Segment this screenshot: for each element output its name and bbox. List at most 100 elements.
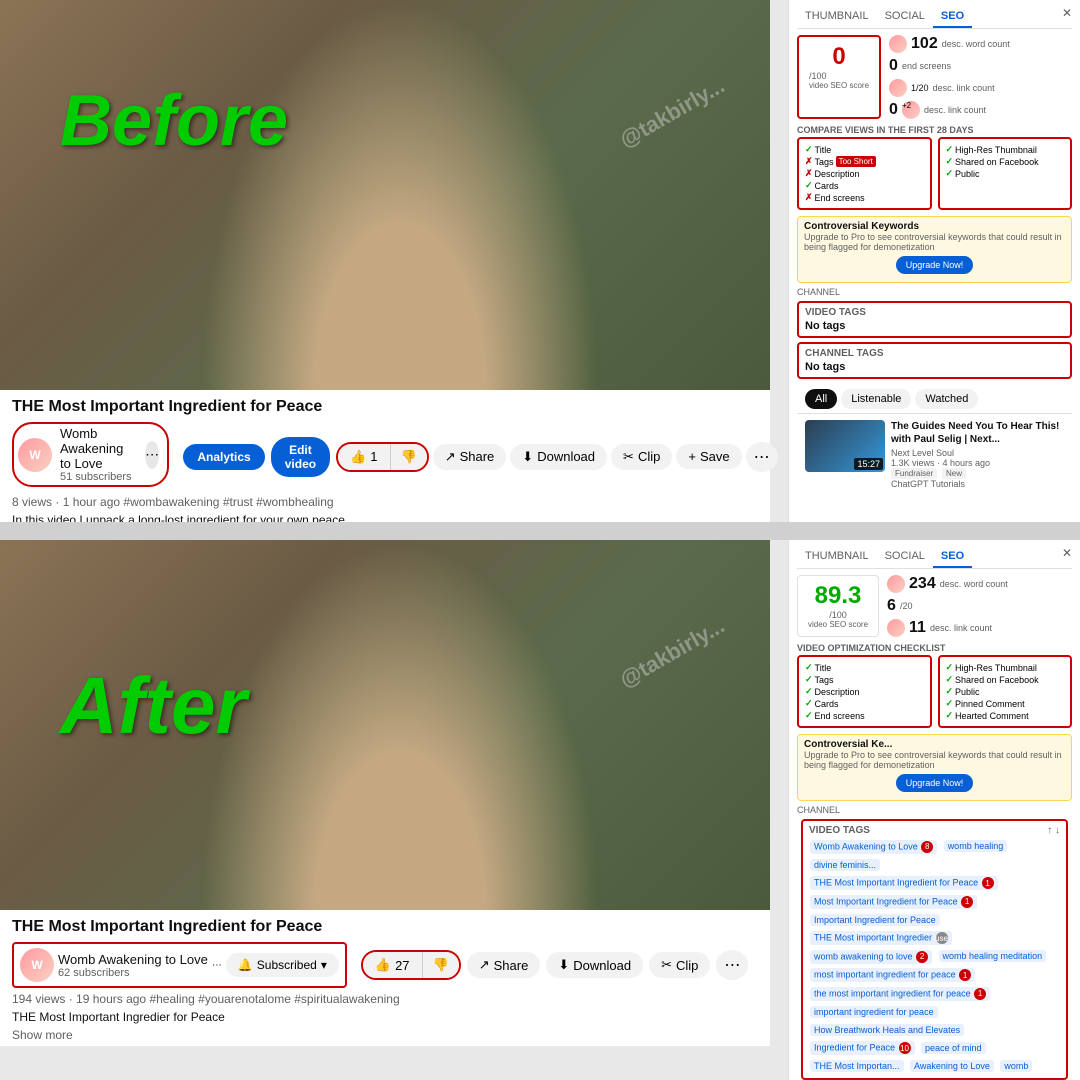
tag-awakening-love: Awakening to Love bbox=[910, 1060, 994, 1072]
bottom-share-btn[interactable]: ↗ Share bbox=[467, 952, 541, 978]
bottom-desc-word-icon bbox=[887, 575, 905, 593]
check-public: ✓ Public bbox=[946, 168, 1065, 179]
bottom-desc-link: 11 desc. link count bbox=[887, 619, 1008, 637]
bottom-channel-name: Womb Awakening to Love bbox=[58, 952, 208, 967]
btab-social[interactable]: SOCIAL bbox=[877, 546, 933, 568]
bottom-seo-score-box: 89.3 /100 video SEO score bbox=[797, 575, 879, 637]
top-download-btn[interactable]: ⬇ Download bbox=[510, 444, 607, 470]
bottom-options[interactable]: ⋯ bbox=[212, 960, 222, 971]
rec-title: The Guides Need You To Hear This! with P… bbox=[891, 420, 1064, 446]
bottom-right-scores: 234 desc. word count 6 /20 11 desc. link… bbox=[887, 575, 1008, 637]
tag-ingred-peace2: Ingredient for Peace 10 bbox=[810, 1041, 915, 1055]
tab-social[interactable]: SOCIAL bbox=[877, 6, 933, 28]
btab-thumbnail[interactable]: THUMBNAIL bbox=[797, 546, 877, 568]
bottom-like-count: 27 bbox=[395, 958, 409, 973]
bottom-subscribers: 62 subscribers bbox=[58, 967, 208, 979]
top-like-dislike: 👍 1 👎 bbox=[336, 442, 429, 472]
bottom-thumbs-up-icon: 👍 bbox=[375, 957, 391, 973]
top-clip-btn[interactable]: ✂ Clip bbox=[611, 444, 672, 470]
tag-the-most-peace: the most important ingredient for peace … bbox=[810, 987, 990, 1001]
check-cards: ✓ Cards bbox=[805, 180, 924, 191]
tab-seo[interactable]: SEO bbox=[933, 6, 972, 28]
bottom-channel-section-label: CHANNEL bbox=[797, 805, 1072, 815]
bottom-tags-list: Womb Awakening to Love 8 womb healing di… bbox=[809, 836, 1060, 1074]
top-share-btn[interactable]: ↗ Share bbox=[433, 444, 507, 470]
bottom-show-more[interactable]: Show more bbox=[12, 1028, 758, 1042]
top-checklist-left: ✓ Title ✗ Tags Too Short ✗ Description ✓ bbox=[797, 137, 932, 210]
bottom-upgrade-btn[interactable]: Upgrade Now! bbox=[896, 774, 974, 792]
rec-badge-new: New bbox=[942, 468, 966, 479]
top-panel-tabs: THUMBNAIL SOCIAL SEO ✕ bbox=[797, 6, 1072, 29]
check-facebook: ✓ Shared on Facebook bbox=[946, 156, 1065, 167]
bottom-clip-btn[interactable]: ✂ Clip bbox=[649, 952, 710, 978]
tag-most-ingred-peace: most important ingredient for peace 1 bbox=[810, 968, 975, 982]
top-seo-score-box: 0 /100 video SEO score bbox=[797, 35, 881, 119]
bottom-more-btn[interactable]: ⋯ bbox=[716, 950, 748, 980]
tab-thumbnail[interactable]: THUMBNAIL bbox=[797, 6, 877, 28]
bottom-controversial-desc: Upgrade to Pro to see controversial keyw… bbox=[804, 750, 1065, 770]
tag-womb-healing: womb healing bbox=[944, 840, 1008, 852]
top-dislike-btn[interactable]: 👎 bbox=[390, 444, 427, 470]
bottom-time-ago: 19 hours ago bbox=[76, 992, 146, 1006]
top-video-tags-section: VIDEO TAGS No tags bbox=[797, 301, 1072, 338]
desc-word-icon bbox=[889, 35, 907, 53]
bottom-dislike-btn[interactable]: 👎 bbox=[422, 952, 459, 978]
bottom-like-btn[interactable]: 👍 27 bbox=[363, 952, 422, 978]
top-action-buttons: 👍 1 👎 ↗ Share ⬇ Download ✂ Clip bbox=[336, 442, 778, 472]
top-score-inline: 0 +2 desc. link count bbox=[889, 101, 1010, 119]
bottom-subscribed-btn[interactable]: 🔔 Subscribed ▾ bbox=[226, 953, 339, 977]
tag-most-important-ingred: Most Important Ingredient for Peace 1 bbox=[810, 895, 977, 909]
tag-the-most-important: THE Most Importan... bbox=[810, 1060, 904, 1072]
save-icon: + bbox=[688, 449, 696, 464]
panel-close-icon[interactable]: ✕ bbox=[1062, 6, 1072, 28]
bottom-controversial: Controversial Ke... Upgrade to Pro to se… bbox=[797, 734, 1072, 801]
bottom-watermark: @takbirly... bbox=[615, 613, 729, 694]
bottom-panel-close[interactable]: ✕ bbox=[1062, 546, 1072, 568]
bottom-desc-link-count: 11 bbox=[909, 619, 926, 637]
top-upgrade-btn[interactable]: Upgrade Now! bbox=[896, 256, 974, 274]
bottom-tags-controls[interactable]: ↑ ↓ bbox=[1047, 825, 1060, 836]
top-desc-word-label: desc. word count bbox=[942, 39, 1010, 49]
top-time-ago: 1 hour ago bbox=[63, 495, 120, 509]
top-channel-row: W Womb Awakening to Love 51 subscribers … bbox=[12, 422, 169, 487]
bottom-panel-tabs: THUMBNAIL SOCIAL SEO ✕ bbox=[797, 546, 1072, 569]
bottom-clip-icon: ✂ bbox=[661, 957, 672, 973]
bottom-checklist-left: ✓ Title ✓ Tags ✓ Description ✓ Cards ✓ E… bbox=[797, 655, 932, 728]
btab-seo[interactable]: SEO bbox=[933, 546, 972, 568]
top-controversial-desc: Upgrade to Pro to see controversial keyw… bbox=[804, 232, 1065, 252]
rec-tab-all[interactable]: All bbox=[805, 389, 837, 409]
top-save-label: Save bbox=[700, 449, 730, 464]
top-edit-video-btn[interactable]: Edit video bbox=[271, 437, 330, 477]
download-icon: ⬇ bbox=[522, 449, 533, 465]
bottom-hashtags: #healing #youarenotalome #spiritualawake… bbox=[149, 992, 399, 1006]
rec-tab-watched[interactable]: Watched bbox=[915, 389, 978, 409]
top-analytics-btn[interactable]: Analytics bbox=[183, 444, 264, 470]
bottom-video-desc: THE Most Important Ingredier for Peace bbox=[12, 1010, 758, 1024]
top-download-label: Download bbox=[537, 449, 595, 464]
top-save-btn[interactable]: + Save bbox=[676, 444, 741, 469]
rec-meta: 1.3K views · 4 hours ago bbox=[891, 458, 1064, 468]
top-watermark: @takbirly... bbox=[615, 73, 729, 154]
top-options-btn[interactable]: ⋯ bbox=[145, 441, 159, 469]
bottom-like-dislike: 👍 27 👎 bbox=[361, 950, 461, 980]
tag-womb-awakening: Womb Awakening to Love 8 bbox=[810, 840, 937, 854]
top-video-tags-label: VIDEO TAGS bbox=[805, 307, 1064, 318]
tag-divine-fem: divine feminis... bbox=[810, 859, 880, 871]
bottom-seo-scores: 89.3 /100 video SEO score 234 desc. word… bbox=[797, 575, 1072, 637]
check-tags: ✗ Tags Too Short bbox=[805, 156, 924, 167]
top-seo-scores: 0 /100 video SEO score 102 desc. word co… bbox=[797, 35, 1072, 119]
bottom-score-label: video SEO score bbox=[808, 620, 868, 629]
check-hires: ✓ High-Res Thumbnail bbox=[946, 144, 1065, 155]
bottom-video-tags-section: VIDEO TAGS ↑ ↓ Womb Awakening to Love 8 … bbox=[801, 819, 1068, 1080]
bottom-download-btn[interactable]: ⬇ Download bbox=[546, 952, 643, 978]
top-like-count: 1 bbox=[370, 449, 377, 464]
rec-info: The Guides Need You To Hear This! with P… bbox=[891, 420, 1064, 489]
top-checklist-right: ✓ High-Res Thumbnail ✓ Shared on Faceboo… bbox=[938, 137, 1073, 210]
rec-tab-listenable[interactable]: Listenable bbox=[841, 389, 911, 409]
bottom-checklist: ✓ Title ✓ Tags ✓ Description ✓ Cards ✓ E… bbox=[797, 655, 1072, 728]
top-share-label: Share bbox=[460, 449, 495, 464]
top-like-btn[interactable]: 👍 1 bbox=[338, 444, 389, 470]
top-more-btn[interactable]: ⋯ bbox=[746, 442, 778, 472]
top-no-tags-channel: No tags bbox=[805, 361, 1064, 373]
bottom-subscribed-label: Subscribed bbox=[257, 958, 317, 972]
